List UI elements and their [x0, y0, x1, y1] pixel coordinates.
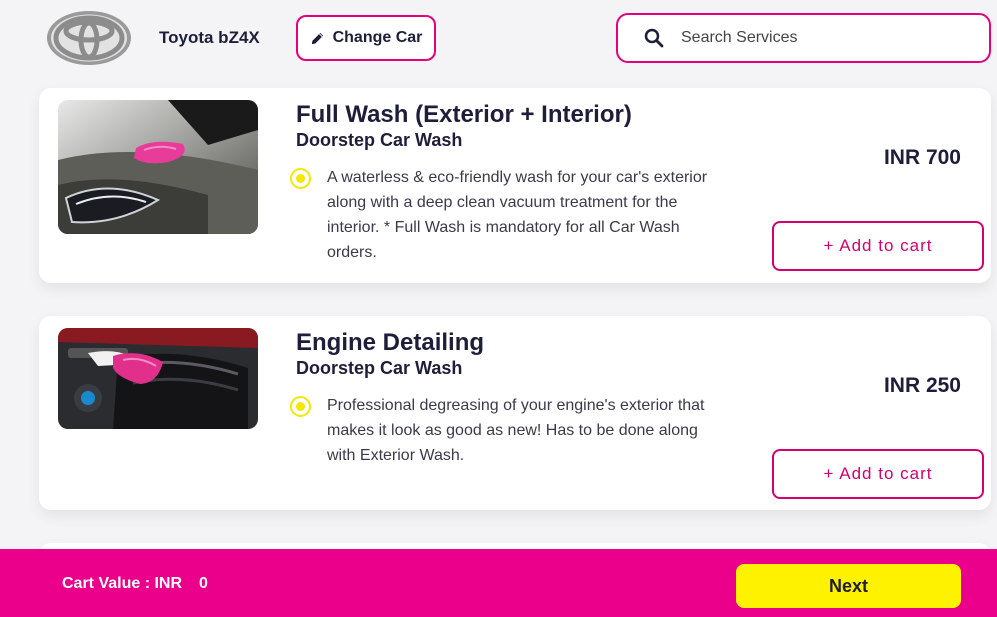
cart-footer-bar: Cart Value : INR 0 Next [0, 549, 997, 617]
change-car-button[interactable]: Change Car [296, 15, 436, 61]
cart-value-label: Cart Value : INR [62, 575, 183, 592]
radio-bullet-icon [290, 396, 311, 417]
engine-cleaning-image [58, 328, 258, 429]
service-description: Professional degreasing of your engine's… [327, 397, 705, 464]
next-button[interactable]: Next [736, 564, 961, 608]
service-title: Full Wash (Exterior + Interior) [296, 101, 632, 128]
service-title: Engine Detailing [296, 329, 485, 356]
cart-value-amount: 0 [199, 575, 208, 592]
add-to-cart-button[interactable]: + Add to cart [772, 221, 984, 271]
service-subtitle: Doorstep Car Wash [296, 358, 463, 378]
search-box[interactable] [616, 13, 991, 63]
car-headlight-wipe-image [58, 100, 258, 234]
add-to-cart-button[interactable]: + Add to cart [772, 449, 984, 499]
car-name: Toyota bZ4X [159, 28, 260, 47]
service-price: INR 250 [883, 374, 961, 397]
radio-bullet-icon [290, 168, 311, 189]
service-description: A waterless & eco-friendly wash for your… [327, 169, 708, 261]
header: Toyota bZ4X Change Car [0, 0, 997, 82]
search-input[interactable] [681, 29, 961, 47]
toyota-logo-icon [44, 8, 134, 68]
search-icon [644, 28, 664, 48]
service-card-engine-detailing: Engine Detailing Doorstep Car Wash Profe… [39, 316, 991, 510]
pencil-icon [311, 32, 323, 44]
service-price: INR 700 [883, 146, 961, 169]
change-car-label: Change Car [332, 29, 423, 46]
service-card-full-wash: Full Wash (Exterior + Interior) Doorstep… [39, 88, 991, 283]
service-subtitle: Doorstep Car Wash [296, 130, 463, 150]
